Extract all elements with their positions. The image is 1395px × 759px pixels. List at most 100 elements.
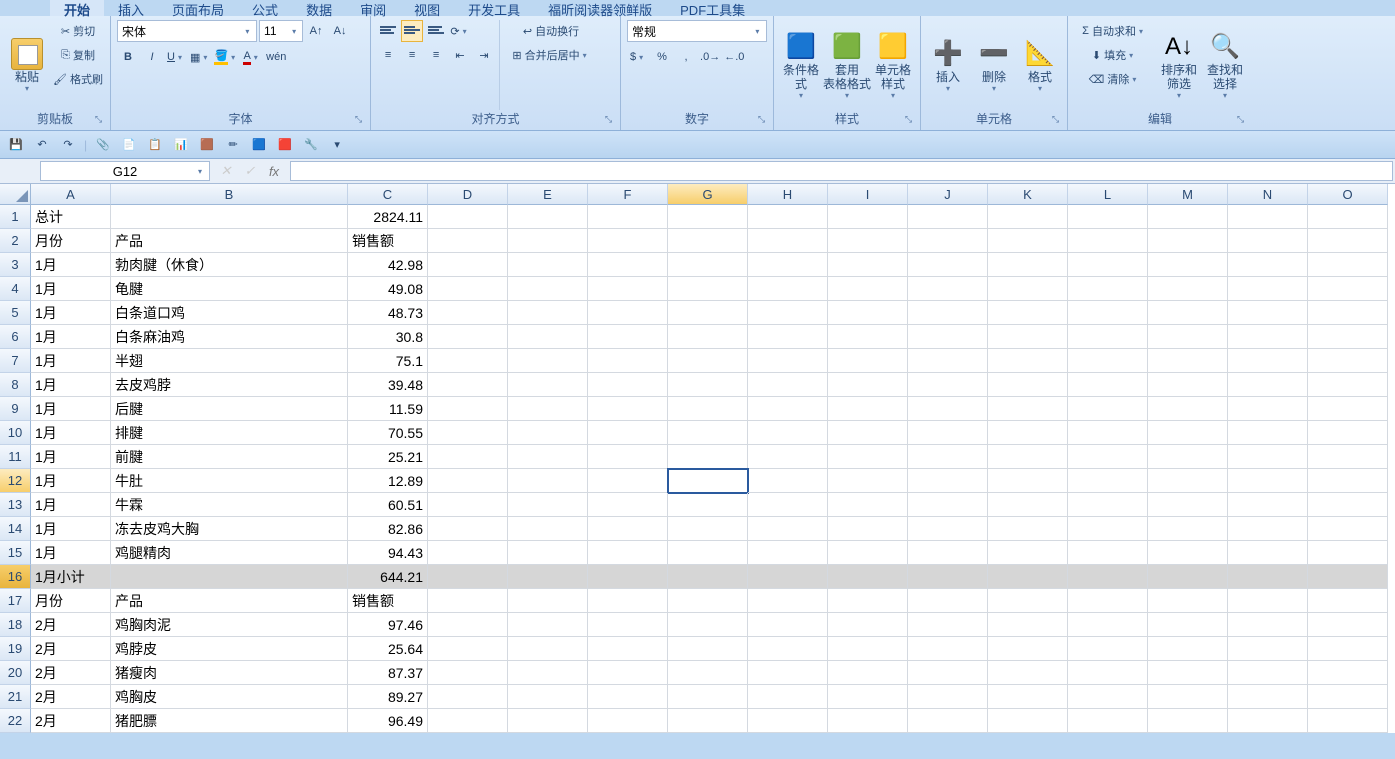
cell-J9[interactable] — [908, 397, 988, 421]
cell-B5[interactable]: 白条道口鸡 — [111, 301, 348, 325]
bold-button[interactable]: B — [117, 46, 139, 68]
cell-K3[interactable] — [988, 253, 1068, 277]
cell-J17[interactable] — [908, 589, 988, 613]
cell-A1[interactable]: 总计 — [31, 205, 111, 229]
cell-F14[interactable] — [588, 517, 668, 541]
cell-L1[interactable] — [1068, 205, 1148, 229]
decrease-indent-button[interactable]: ⇤ — [449, 44, 471, 66]
cell-K10[interactable] — [988, 421, 1068, 445]
merge-center-button[interactable]: ⊞ 合并后居中▾ — [506, 44, 596, 66]
cell-D22[interactable] — [428, 709, 508, 733]
cell-K4[interactable] — [988, 277, 1068, 301]
cell-K22[interactable] — [988, 709, 1068, 733]
cell-E9[interactable] — [508, 397, 588, 421]
clear-button[interactable]: ⌫ 清除▾ — [1074, 68, 1154, 90]
cell-G18[interactable] — [668, 613, 748, 637]
wrap-text-button[interactable]: ↩ 自动换行 — [506, 20, 596, 42]
phonetic-button[interactable]: wén — [265, 46, 287, 68]
cell-B4[interactable]: 龟腱 — [111, 277, 348, 301]
cell-I13[interactable] — [828, 493, 908, 517]
cell-I6[interactable] — [828, 325, 908, 349]
cell-E3[interactable] — [508, 253, 588, 277]
cell-E8[interactable] — [508, 373, 588, 397]
fx-icon[interactable]: fx — [262, 164, 286, 179]
cell-L7[interactable] — [1068, 349, 1148, 373]
cell-A18[interactable]: 2月 — [31, 613, 111, 637]
cell-C6[interactable]: 30.8 — [348, 325, 428, 349]
cell-D10[interactable] — [428, 421, 508, 445]
cell-H21[interactable] — [748, 685, 828, 709]
cell-O3[interactable] — [1308, 253, 1388, 277]
cell-F9[interactable] — [588, 397, 668, 421]
qat-btn-8[interactable]: 🟥 — [275, 135, 295, 155]
cell-I8[interactable] — [828, 373, 908, 397]
cell-D4[interactable] — [428, 277, 508, 301]
tab-7[interactable]: 开发工具 — [454, 0, 534, 16]
cell-L5[interactable] — [1068, 301, 1148, 325]
col-header-G[interactable]: G — [668, 184, 748, 205]
cell-N9[interactable] — [1228, 397, 1308, 421]
cell-A20[interactable]: 2月 — [31, 661, 111, 685]
cell-E21[interactable] — [508, 685, 588, 709]
name-box[interactable]: ▾ — [40, 161, 210, 181]
cell-B1[interactable] — [111, 205, 348, 229]
cell-A6[interactable]: 1月 — [31, 325, 111, 349]
cell-K19[interactable] — [988, 637, 1068, 661]
cell-I22[interactable] — [828, 709, 908, 733]
cell-I2[interactable] — [828, 229, 908, 253]
cell-N20[interactable] — [1228, 661, 1308, 685]
cell-N13[interactable] — [1228, 493, 1308, 517]
cell-O9[interactable] — [1308, 397, 1388, 421]
cell-E4[interactable] — [508, 277, 588, 301]
cell-L4[interactable] — [1068, 277, 1148, 301]
row-header-9[interactable]: 9 — [0, 397, 31, 421]
cell-C19[interactable]: 25.64 — [348, 637, 428, 661]
cell-E1[interactable] — [508, 205, 588, 229]
col-header-D[interactable]: D — [428, 184, 508, 205]
cell-F6[interactable] — [588, 325, 668, 349]
cell-I12[interactable] — [828, 469, 908, 493]
col-header-M[interactable]: M — [1148, 184, 1228, 205]
row-header-15[interactable]: 15 — [0, 541, 31, 565]
cell-B3[interactable]: 勃肉腱（休食） — [111, 253, 348, 277]
cell-N22[interactable] — [1228, 709, 1308, 733]
cell-E12[interactable] — [508, 469, 588, 493]
cell-F11[interactable] — [588, 445, 668, 469]
cell-H22[interactable] — [748, 709, 828, 733]
cell-B18[interactable]: 鸡胸肉泥 — [111, 613, 348, 637]
row-header-3[interactable]: 3 — [0, 253, 31, 277]
cell-L17[interactable] — [1068, 589, 1148, 613]
col-header-F[interactable]: F — [588, 184, 668, 205]
cell-B17[interactable]: 产品 — [111, 589, 348, 613]
cell-K7[interactable] — [988, 349, 1068, 373]
cell-C15[interactable]: 94.43 — [348, 541, 428, 565]
cell-O10[interactable] — [1308, 421, 1388, 445]
cell-C18[interactable]: 97.46 — [348, 613, 428, 637]
cell-L2[interactable] — [1068, 229, 1148, 253]
border-button[interactable]: ▦▾ — [189, 46, 211, 68]
cell-J20[interactable] — [908, 661, 988, 685]
cell-E2[interactable] — [508, 229, 588, 253]
cell-A12[interactable]: 1月 — [31, 469, 111, 493]
cell-C5[interactable]: 48.73 — [348, 301, 428, 325]
cell-B16[interactable] — [111, 565, 348, 589]
fx-cancel[interactable]: ✕ — [214, 163, 238, 179]
cell-B14[interactable]: 冻去皮鸡大胸 — [111, 517, 348, 541]
row-header-1[interactable]: 1 — [0, 205, 31, 229]
cell-D12[interactable] — [428, 469, 508, 493]
cell-M14[interactable] — [1148, 517, 1228, 541]
col-header-H[interactable]: H — [748, 184, 828, 205]
cell-H14[interactable] — [748, 517, 828, 541]
cut-button[interactable]: ✂ 剪切 — [52, 20, 104, 42]
cell-E22[interactable] — [508, 709, 588, 733]
cell-A8[interactable]: 1月 — [31, 373, 111, 397]
cell-A15[interactable]: 1月 — [31, 541, 111, 565]
cell-I10[interactable] — [828, 421, 908, 445]
cell-L13[interactable] — [1068, 493, 1148, 517]
cell-B20[interactable]: 猪瘦肉 — [111, 661, 348, 685]
cell-I21[interactable] — [828, 685, 908, 709]
cell-G6[interactable] — [668, 325, 748, 349]
cell-F1[interactable] — [588, 205, 668, 229]
cell-C14[interactable]: 82.86 — [348, 517, 428, 541]
cell-F20[interactable] — [588, 661, 668, 685]
